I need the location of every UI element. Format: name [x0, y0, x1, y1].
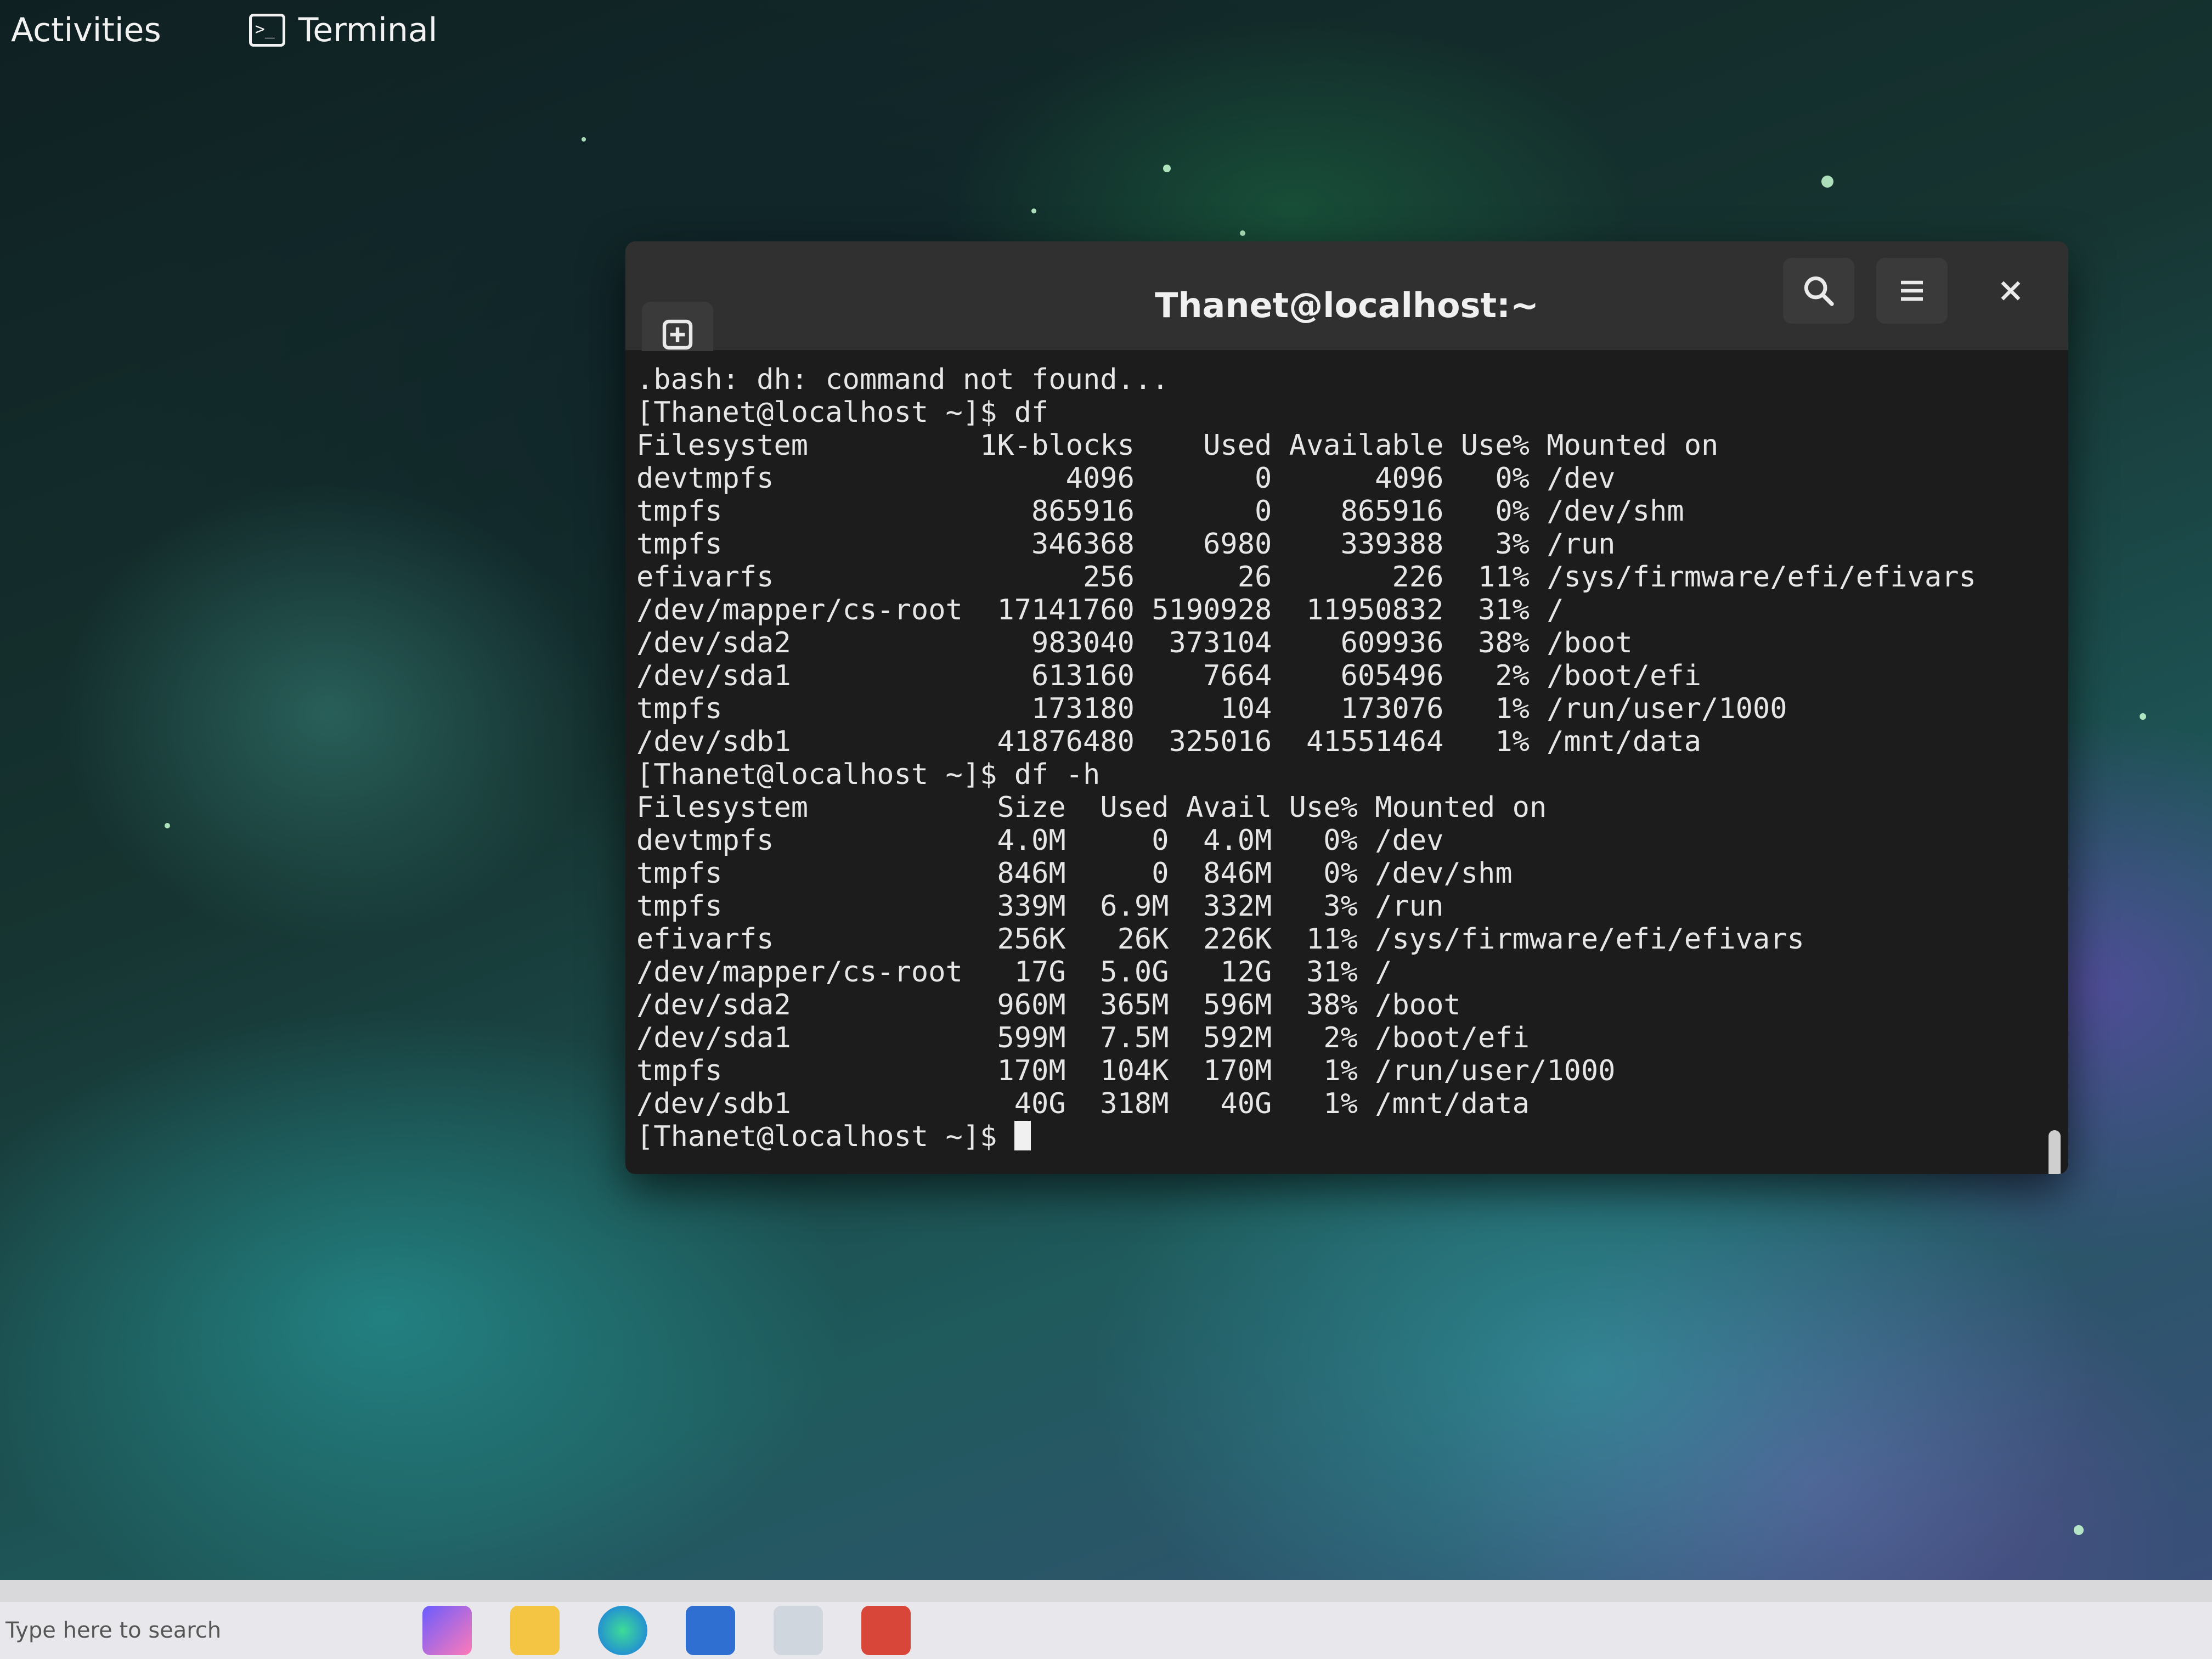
- terminal-line: /dev/sdb1 40G 318M 40G 1% /mnt/data: [636, 1087, 1530, 1120]
- terminal-line: /dev/mapper/cs-root 17141760 5190928 119…: [636, 594, 1564, 627]
- search-icon: [1804, 276, 1834, 306]
- virtualbox-icon[interactable]: [686, 1606, 735, 1655]
- app-icon[interactable]: [861, 1606, 911, 1655]
- text-cursor: [1014, 1121, 1031, 1150]
- file-explorer-icon[interactable]: [510, 1606, 560, 1655]
- terminal-line: devtmpfs 4096 0 4096 0% /dev: [636, 462, 1616, 495]
- taskbar-search-hint[interactable]: Type here to search: [5, 1618, 422, 1643]
- terminal-line: /dev/sdb1 41876480 325016 41551464 1% /m…: [636, 725, 1702, 758]
- search-button[interactable]: [1783, 258, 1854, 324]
- terminal-line: tmpfs 339M 6.9M 332M 3% /run: [636, 890, 1444, 923]
- close-button[interactable]: [1975, 258, 2046, 324]
- terminal-line: /dev/mapper/cs-root 17G 5.0G 12G 31% /: [636, 956, 1392, 989]
- app-icon[interactable]: [774, 1606, 823, 1655]
- terminal-line: /dev/sda1 599M 7.5M 592M 2% /boot/efi: [636, 1022, 1530, 1054]
- terminal-line: /dev/sda1 613160 7664 605496 2% /boot/ef…: [636, 659, 1702, 692]
- activities-button[interactable]: Activities: [0, 11, 172, 49]
- terminal-line: /dev/sda2 983040 373104 609936 38% /boot: [636, 627, 1633, 659]
- terminal-line: tmpfs 346368 6980 339388 3% /run: [636, 528, 1616, 561]
- terminal-output[interactable]: .bash: dh: command not found... [Thanet@…: [625, 351, 2068, 1174]
- terminal-prompt-line[interactable]: [Thanet@localhost ~]$: [636, 1120, 2052, 1153]
- terminal-line: tmpfs 846M 0 846M 0% /dev/shm: [636, 857, 1513, 890]
- terminal-icon: >_: [249, 14, 285, 47]
- terminal-line: .bash: dh: command not found...: [636, 363, 1169, 396]
- edge-icon[interactable]: [598, 1606, 647, 1655]
- terminal-line: [Thanet@localhost ~]$ df: [636, 396, 1049, 429]
- terminal-line: tmpfs 865916 0 865916 0% /dev/shm: [636, 495, 1684, 528]
- scrollbar[interactable]: [2049, 1130, 2061, 1174]
- windows-taskbar: Type here to search: [0, 1602, 2212, 1659]
- terminal-line: efivarfs 256K 26K 226K 11% /sys/firmware…: [636, 923, 1804, 956]
- terminal-line: efivarfs 256 26 226 11% /sys/firmware/ef…: [636, 561, 1976, 594]
- menu-button[interactable]: [1876, 258, 1948, 324]
- app-menu[interactable]: >_ Terminal: [249, 11, 438, 49]
- header-bar: Thanet@localhost:~: [625, 241, 2068, 368]
- hamburger-menu-icon: [1901, 280, 1923, 301]
- terminal-line: Filesystem 1K-blocks Used Available Use%…: [636, 429, 1719, 462]
- gnome-top-bar: Activities >_ Terminal: [0, 0, 2212, 60]
- terminal-line: Filesystem Size Used Avail Use% Mounted …: [636, 791, 1547, 824]
- terminal-line: devtmpfs 4.0M 0 4.0M 0% /dev: [636, 824, 1444, 857]
- terminal-line: /dev/sda2 960M 365M 596M 38% /boot: [636, 989, 1461, 1022]
- terminal-line: tmpfs 170M 104K 170M 1% /run/user/1000: [636, 1054, 1616, 1087]
- copilot-icon[interactable]: [422, 1606, 472, 1655]
- app-menu-label: Terminal: [298, 11, 438, 49]
- shell-prompt: [Thanet@localhost ~]$: [636, 1120, 1014, 1153]
- terminal-line: tmpfs 173180 104 173076 1% /run/user/100…: [636, 692, 1787, 725]
- terminal-line: [Thanet@localhost ~]$ df -h: [636, 758, 1101, 791]
- terminal-window: Thanet@localhost:~ .bash: dh: command no…: [625, 241, 2068, 1174]
- close-icon: [2001, 281, 2021, 301]
